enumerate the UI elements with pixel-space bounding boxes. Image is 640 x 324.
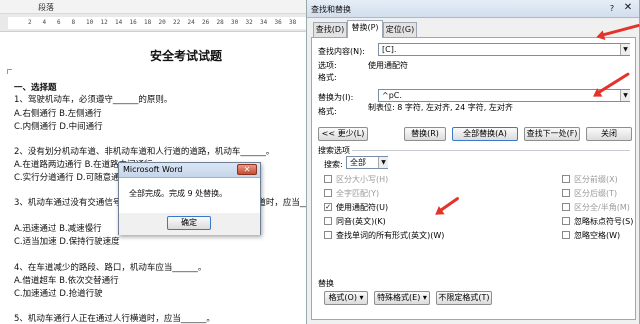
search-options-header: 搜索选项: [318, 146, 350, 155]
ok-button[interactable]: 确定: [167, 216, 211, 230]
document-title: 安全考试试题: [150, 49, 223, 63]
special-button[interactable]: 特殊格式(E) ▾: [374, 291, 430, 305]
replace-label: 替换为(I):: [318, 93, 354, 102]
checkbox-ignore-space[interactable]: [562, 231, 570, 239]
less-button[interactable]: << 更少(L): [318, 127, 368, 141]
tab-find[interactable]: 查找(D): [313, 22, 347, 37]
horizontal-ruler[interactable]: 2 4 6 8 10 12 14 16 18 20 22 24 26 28 30 32 34 36 38: [0, 14, 312, 32]
option-label: 区分前缀(X): [574, 175, 618, 184]
message-box-title: Microsoft Word: [123, 165, 183, 174]
help-icon[interactable]: ?: [607, 4, 617, 14]
ruler-tick-label: 26: [202, 19, 210, 26]
annotation-arrow: [600, 23, 640, 37]
option-label: 区分大小写(H): [336, 175, 389, 184]
ribbon-strip: 段落: [0, 0, 312, 14]
replace-all-button[interactable]: 全部替换(A): [452, 127, 518, 141]
no-formatting-button[interactable]: 不限定格式(T): [436, 291, 492, 305]
doc-line: C.实行分道通行 D.可随意通行: [14, 173, 129, 183]
ruler-tick-label: 14: [115, 19, 123, 26]
ruler-tick-label: 6: [57, 19, 61, 26]
doc-line: 5、机动车通行人正在通过人行横道时，应当______。: [14, 314, 215, 324]
ruler-tick-label: 36: [274, 19, 282, 26]
replace-format-value: 制表位: 8 字符, 左对齐, 24 字符, 左对齐: [368, 103, 513, 112]
doc-line: A.右侧通行 B.左侧通行: [14, 109, 102, 119]
chevron-down-icon[interactable]: ▼: [378, 157, 388, 168]
ruler-tick-label: 34: [260, 19, 268, 26]
option-label: 同音(英文)(K): [336, 217, 386, 226]
ruler-tick-label: 18: [144, 19, 152, 26]
doc-line: 一、选择题: [14, 83, 57, 93]
doc-line: 4、在车道减少的路段、路口，机动车应当______。: [14, 263, 207, 273]
ruler-tick-label: 16: [129, 19, 137, 26]
ruler-tick-label: 2: [28, 19, 32, 26]
word-message-box: Microsoft Word ✕ 全部完成。完成 9 处替换。 确定: [118, 162, 261, 235]
find-next-button[interactable]: 查找下一处(F): [524, 127, 580, 141]
message-text: 全部完成。完成 9 处替换。: [129, 189, 228, 198]
checkbox-whole-word[interactable]: [324, 189, 332, 197]
doc-line: 1、驾驶机动车，必须遵守______的原则。: [14, 95, 173, 105]
ruler-tick-label: 20: [158, 19, 166, 26]
doc-line: C.内侧通行 D.中间通行: [14, 122, 103, 132]
ruler-tick-label: 4: [42, 19, 47, 26]
replace-section-header: 替换: [318, 279, 334, 288]
ruler-tick-label: 32: [245, 19, 253, 26]
find-replace-dialog: 查找和替换 ? ✕ 查找(D) 替换(P) 定位(G) 查找内容(N): [C]…: [306, 0, 640, 324]
ruler-tick-label: 8: [71, 19, 76, 26]
options-value: 使用通配符: [368, 61, 408, 70]
checkbox-match-prefix[interactable]: [562, 175, 570, 183]
close-icon[interactable]: ✕: [237, 164, 257, 175]
margin-mark: [7, 69, 12, 74]
dialog-title: 查找和替换: [311, 5, 351, 14]
doc-line: C.适当加速 D.保持行驶速度: [14, 237, 120, 247]
ruler-tick-label: 12: [100, 19, 108, 26]
replace-button[interactable]: 替换(R): [404, 127, 446, 141]
checkbox-use-wildcards[interactable]: ✓: [324, 203, 332, 211]
paragraph-group-label: 段落: [38, 3, 54, 12]
ruler-tick-label: 22: [173, 19, 181, 26]
option-label: 区分全/半角(M): [574, 203, 630, 212]
options-label: 选项:: [318, 61, 337, 70]
chevron-down-icon[interactable]: ▼: [620, 90, 630, 101]
checkbox-match-suffix[interactable]: [562, 189, 570, 197]
replace-panel: 查找内容(N): [C]. ▼ 选项: 使用通配符 格式: 替换为(I): ^p…: [311, 37, 636, 320]
checkbox-ignore-punct[interactable]: [562, 217, 570, 225]
close-button[interactable]: 关闭: [586, 127, 632, 141]
find-label: 查找内容(N):: [318, 47, 365, 56]
option-label: 忽略标点符号(S): [574, 217, 634, 226]
option-label: 区分后缀(T): [574, 189, 618, 198]
doc-line: 2、没有划分机动车道、非机动车道和人行道的道路，机动车______。: [14, 147, 275, 157]
close-icon[interactable]: ✕: [621, 2, 635, 15]
search-scope-label: 搜索:: [324, 160, 343, 169]
doc-line: A.借道超车 B.依次交替通行: [14, 276, 119, 286]
option-label: 使用通配符(U): [336, 203, 389, 212]
checkbox-sounds-like[interactable]: [324, 217, 332, 225]
replace-format-label: 格式:: [318, 107, 337, 116]
checkbox-match-width[interactable]: [562, 203, 570, 211]
find-format-label: 格式:: [318, 73, 337, 82]
checkbox-match-case[interactable]: [324, 175, 332, 183]
chevron-down-icon[interactable]: ▼: [620, 44, 630, 55]
option-label: 忽略空格(W): [574, 231, 621, 240]
tab-replace[interactable]: 替换(P): [347, 20, 383, 38]
doc-line: A.迅速通过 B.减速慢行: [14, 224, 102, 234]
ruler-tick-label: 24: [187, 19, 195, 26]
option-label: 查找单词的所有形式(英文)(W): [336, 231, 445, 240]
checkbox-all-word-forms[interactable]: [324, 231, 332, 239]
tab-goto[interactable]: 定位(G): [383, 22, 417, 37]
find-input[interactable]: [C].: [378, 43, 630, 56]
ruler-tick-label: 28: [216, 19, 224, 26]
ruler-tick-label: 10: [86, 19, 94, 26]
ruler-tick-label: 30: [231, 19, 239, 26]
format-button[interactable]: 格式(O) ▾: [324, 291, 368, 305]
ruler-tick-label: 38: [289, 19, 297, 26]
doc-line: C.加速通过 D.抢道行驶: [14, 289, 103, 299]
option-label: 全字匹配(Y): [336, 189, 380, 198]
